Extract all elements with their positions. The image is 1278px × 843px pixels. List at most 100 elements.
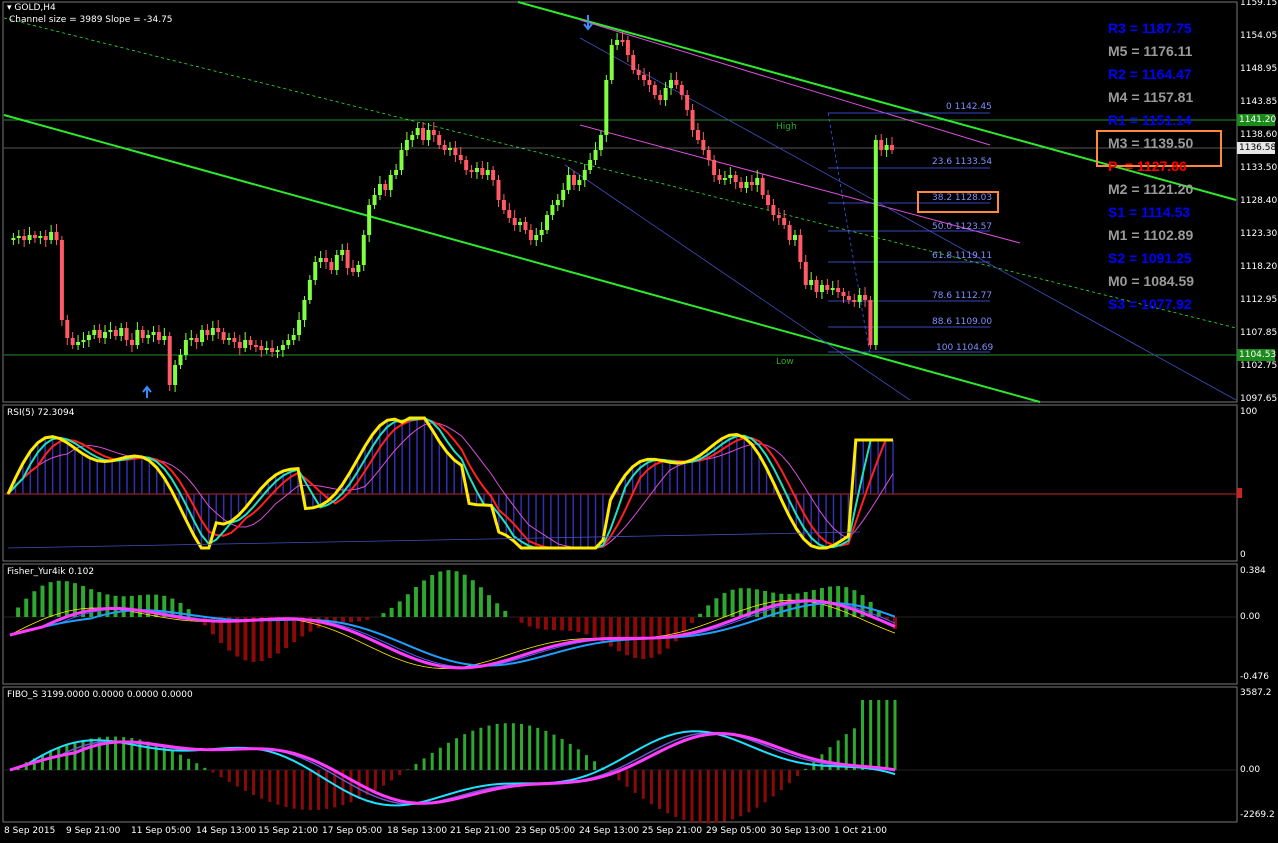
- price-axis-label: 1097.65: [1240, 394, 1278, 404]
- candle-body: [270, 348, 275, 352]
- candle-body: [86, 335, 91, 340]
- low-label: Low: [776, 357, 794, 367]
- price-axis-label: 1148.95: [1240, 64, 1278, 74]
- candle-body: [97, 330, 102, 338]
- candle-body: [647, 80, 652, 85]
- candle-body: [852, 300, 857, 302]
- candle-body: [501, 200, 506, 210]
- rsi-line: [6, 416, 893, 550]
- candle-body: [512, 218, 517, 225]
- candle-body: [334, 255, 339, 270]
- time-axis-label: 25 Sep 21:00: [642, 826, 703, 836]
- candle-body: [151, 332, 156, 335]
- fibo-level-label: 38.2 1128.03: [932, 193, 993, 203]
- fibo-level-label: 23.6 1133.54: [932, 157, 993, 167]
- rsi-axis-top: 100: [1240, 407, 1258, 417]
- candle-body: [857, 295, 862, 302]
- candle-body: [345, 250, 350, 268]
- price-axis-label: 1112.95: [1240, 295, 1278, 305]
- candle-body: [59, 240, 64, 320]
- price-axis-label: 1154.05: [1240, 31, 1278, 41]
- candle-body: [464, 160, 469, 170]
- fibo-level-label: 0 1142.45: [946, 102, 992, 112]
- candle-body: [604, 80, 609, 135]
- candle-body: [108, 330, 113, 332]
- pivot-label: M3 = 1139.50: [1108, 135, 1194, 151]
- candle-body: [539, 230, 544, 235]
- candle-body: [836, 288, 841, 292]
- candle-body: [846, 296, 851, 300]
- price-axis-label: 1159.15: [1240, 0, 1278, 8]
- candle-body: [712, 160, 717, 175]
- candle-body: [404, 140, 409, 150]
- candle-body: [728, 175, 733, 178]
- candle-body: [103, 332, 108, 338]
- candle-body: [410, 135, 415, 140]
- candle-body: [329, 262, 334, 270]
- price-axis-label: 1107.85: [1240, 328, 1278, 338]
- price-axis-label: 1138.60: [1240, 130, 1278, 140]
- time-axis-label: 21 Sep 21:00: [450, 826, 511, 836]
- chart-canvas[interactable]: [0, 0, 1278, 843]
- candle-body: [782, 218, 787, 225]
- fibo-level-label: 78.6 1112.77: [932, 291, 993, 301]
- candle-body: [22, 236, 27, 240]
- rsi-signal-cyan: [7, 416, 893, 549]
- candle-body: [259, 346, 264, 350]
- candle-body: [739, 182, 744, 188]
- fibo-s-series: [9, 700, 897, 824]
- candle-body: [744, 182, 749, 188]
- candle-body: [658, 95, 663, 100]
- candle-body: [507, 210, 512, 218]
- candle-body: [135, 330, 140, 345]
- candle-body: [873, 140, 878, 345]
- candle-body: [340, 250, 345, 255]
- candle-body: [755, 178, 760, 185]
- candle-body: [480, 168, 485, 175]
- candle-body: [652, 85, 657, 95]
- candle-body: [243, 340, 248, 348]
- candle-body: [636, 70, 641, 75]
- rsi-axis-bottom: 0: [1240, 550, 1246, 560]
- candle-body: [431, 130, 436, 135]
- candle-body: [588, 160, 593, 170]
- candle-body: [776, 215, 781, 218]
- candle-body: [356, 265, 361, 272]
- candle-body: [124, 328, 129, 340]
- candle-body: [70, 338, 75, 345]
- candle-body: [819, 285, 824, 292]
- candle-body: [631, 55, 636, 70]
- candle-body: [216, 328, 221, 332]
- time-axis-label: 1 Oct 21:00: [834, 826, 887, 836]
- pivot-label: M2 = 1121.20: [1108, 181, 1194, 197]
- candle-body: [367, 205, 372, 235]
- up-arrow-icon: [142, 385, 152, 398]
- rsi-level-tag: [1237, 488, 1242, 498]
- time-axis-label: 11 Sep 05:00: [131, 826, 192, 836]
- candle-body: [275, 350, 280, 352]
- candle-body: [140, 330, 145, 338]
- candle-body: [232, 338, 237, 342]
- candle-body: [679, 85, 684, 95]
- candle-body: [701, 140, 706, 150]
- candle-body: [625, 40, 630, 55]
- candle-body: [49, 232, 54, 240]
- time-axis-label: 8 Sep 2015: [4, 826, 56, 836]
- fibo-axis-top: 3587.2: [1240, 688, 1272, 698]
- candle-body: [11, 238, 16, 240]
- channel-lower-line: [3, 114, 1041, 403]
- rsi-trendline: [7, 531, 861, 549]
- candle-body: [868, 300, 873, 345]
- pivot-label: S3 = 1077.92: [1108, 296, 1192, 312]
- fisher-axis-zero: 0.00: [1240, 612, 1261, 622]
- candle-body: [205, 330, 210, 335]
- candle-body: [167, 336, 172, 385]
- price-axis-label: 1102.75: [1240, 361, 1278, 371]
- candle-body: [555, 200, 560, 205]
- candle-body: [609, 45, 614, 80]
- candle-body: [474, 168, 479, 172]
- fibo-axis-bottom: -2269.2: [1240, 810, 1275, 820]
- candle-body: [324, 258, 329, 262]
- pivot-label: M0 = 1084.59: [1108, 273, 1195, 289]
- candle-body: [582, 170, 587, 180]
